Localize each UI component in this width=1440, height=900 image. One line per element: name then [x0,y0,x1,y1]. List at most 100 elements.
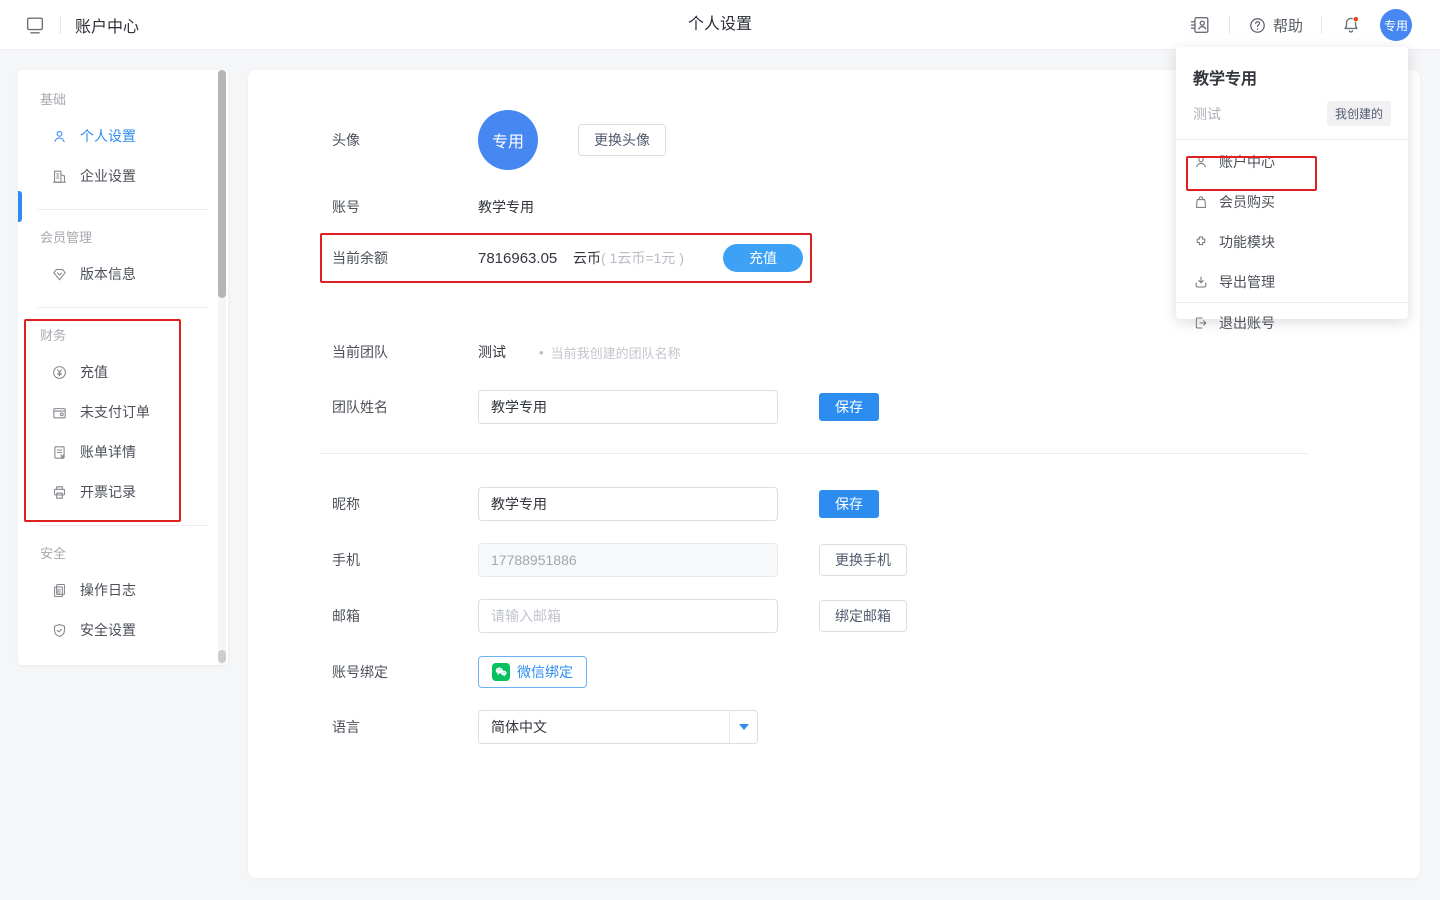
email-label: 邮箱 [332,606,478,626]
language-label: 语言 [332,717,478,737]
avatar-label: 头像 [332,130,478,150]
sidebar-item-label: 充值 [80,362,108,382]
profile-avatar: 专用 [478,110,538,170]
help-label: 帮助 [1273,15,1303,36]
dropdown-item-logout[interactable]: 退出账号 [1176,303,1408,343]
sidebar-scrollbar-end [218,650,226,663]
current-team-value: 测试 [478,342,506,362]
sidebar-item-operation-logs[interactable]: 操作日志 [18,570,228,610]
balance-note: ( 1云币=1元 ) [601,248,684,268]
sidebar-item-label: 未支付订单 [80,402,150,422]
save-team-name-button[interactable]: 保存 [819,393,879,421]
team-hint: • 当前我创建的团队名称 [539,343,681,362]
dropdown-item-label: 功能模块 [1219,232,1275,252]
dropdown-item-label: 账户中心 [1219,152,1275,172]
gem-icon [51,266,68,283]
sidebar-divider [38,209,208,210]
recharge-button[interactable]: 充值 [723,244,803,272]
account-value: 教学专用 [478,197,534,217]
dropdown-team-name: 测试 [1193,104,1221,124]
sidebar-scrollbar-thumb[interactable] [218,70,226,298]
chevron-down-icon[interactable] [729,711,757,743]
user-icon [1193,154,1209,170]
sidebar-section-security: 安全 [18,542,228,566]
sidebar-item-version-info[interactable]: 版本信息 [18,254,228,294]
hint-bullet: • [539,345,544,360]
change-phone-button[interactable]: 更换手机 [819,544,907,576]
sidebar-item-recharge[interactable]: 充值 [18,352,228,392]
module-icon [1193,234,1209,250]
language-select[interactable]: 简体中文 [478,710,758,744]
export-icon [1193,274,1209,290]
sidebar-section-membership: 会员管理 [18,226,228,250]
balance-label: 当前余额 [332,248,478,268]
nickname-input[interactable] [478,487,778,521]
dropdown-user-name: 教学专用 [1176,57,1408,89]
help-icon [1248,16,1267,35]
sidebar-item-label: 操作日志 [80,580,136,600]
invoice-icon [51,484,68,501]
wechat-icon [492,663,510,681]
team-name-label: 团队姓名 [332,397,478,417]
sidebar-item-label: 开票记录 [80,482,136,502]
balance-value: 7816963.05 [478,250,573,267]
user-icon [51,128,68,145]
building-icon [51,168,68,185]
avatar[interactable]: 专用 [1380,9,1412,41]
dropdown-item-function-modules[interactable]: 功能模块 [1176,222,1408,262]
language-value: 简体中文 [479,717,729,737]
dropdown-item-member-purchase[interactable]: 会员购买 [1176,182,1408,222]
sidebar-item-personal-settings[interactable]: 个人设置 [18,116,228,156]
dropdown-item-export-management[interactable]: 导出管理 [1176,262,1408,302]
phone-input [478,543,778,577]
nickname-label: 昵称 [332,494,478,514]
hint-text: 当前我创建的团队名称 [551,343,681,362]
bill-icon [51,444,68,461]
shield-icon [51,622,68,639]
dropdown-divider [1176,139,1408,140]
wechat-bind-label: 微信绑定 [517,662,573,682]
save-nickname-button[interactable]: 保存 [819,490,879,518]
sidebar-section-finance: 财务 [18,324,228,348]
topbar-divider [1321,16,1322,34]
sidebar-item-unpaid-orders[interactable]: 未支付订单 [18,392,228,432]
bag-icon [1193,194,1209,210]
email-input[interactable] [478,599,778,633]
screen: 账户中心 个人设置 帮助 专用 基础 个人设置 [0,0,1440,900]
sidebar-item-label: 企业设置 [80,166,136,186]
sidebar-item-invoice-records[interactable]: 开票记录 [18,472,228,512]
topbar: 账户中心 个人设置 帮助 专用 [0,0,1440,50]
sidebar-divider [38,525,208,526]
dropdown-item-label: 会员购买 [1219,192,1275,212]
bell-icon[interactable] [1340,14,1362,36]
dropdown-item-label: 退出账号 [1219,313,1275,333]
account-label: 账号 [332,197,478,217]
sidebar-section-basic: 基础 [18,88,228,112]
wechat-bind-button[interactable]: 微信绑定 [478,656,587,688]
sidebar-item-label: 安全设置 [80,620,136,640]
account-binding-label: 账号绑定 [332,662,478,682]
bind-email-button[interactable]: 绑定邮箱 [819,600,907,632]
sidebar-item-label: 个人设置 [80,126,136,146]
workspace-switch-icon[interactable] [1189,14,1211,36]
sidebar-item-bill-details[interactable]: 账单详情 [18,432,228,472]
coin-icon [51,364,68,381]
user-dropdown-menu: 教学专用 测试 我创建的 账户中心 会员购买 功能模块 导出管理 退出账号 [1176,47,1408,319]
change-avatar-button[interactable]: 更换头像 [578,124,666,156]
log-icon [51,582,68,599]
dropdown-item-account-center[interactable]: 账户中心 [1176,142,1408,182]
team-name-input[interactable] [478,390,778,424]
sidebar-item-label: 版本信息 [80,264,136,284]
logout-icon [1193,315,1209,331]
sidebar-item-enterprise-settings[interactable]: 企业设置 [18,156,228,196]
help-button[interactable]: 帮助 [1248,15,1303,36]
dropdown-item-label: 导出管理 [1219,272,1275,292]
sidebar-divider [38,307,208,308]
balance-unit: 云币 [573,248,601,268]
created-by-me-badge: 我创建的 [1327,101,1391,126]
section-divider [320,453,1308,454]
sidebar-item-security-settings[interactable]: 安全设置 [18,610,228,650]
topbar-divider [1229,16,1230,34]
sidebar-item-label: 账单详情 [80,442,136,462]
phone-label: 手机 [332,550,478,570]
